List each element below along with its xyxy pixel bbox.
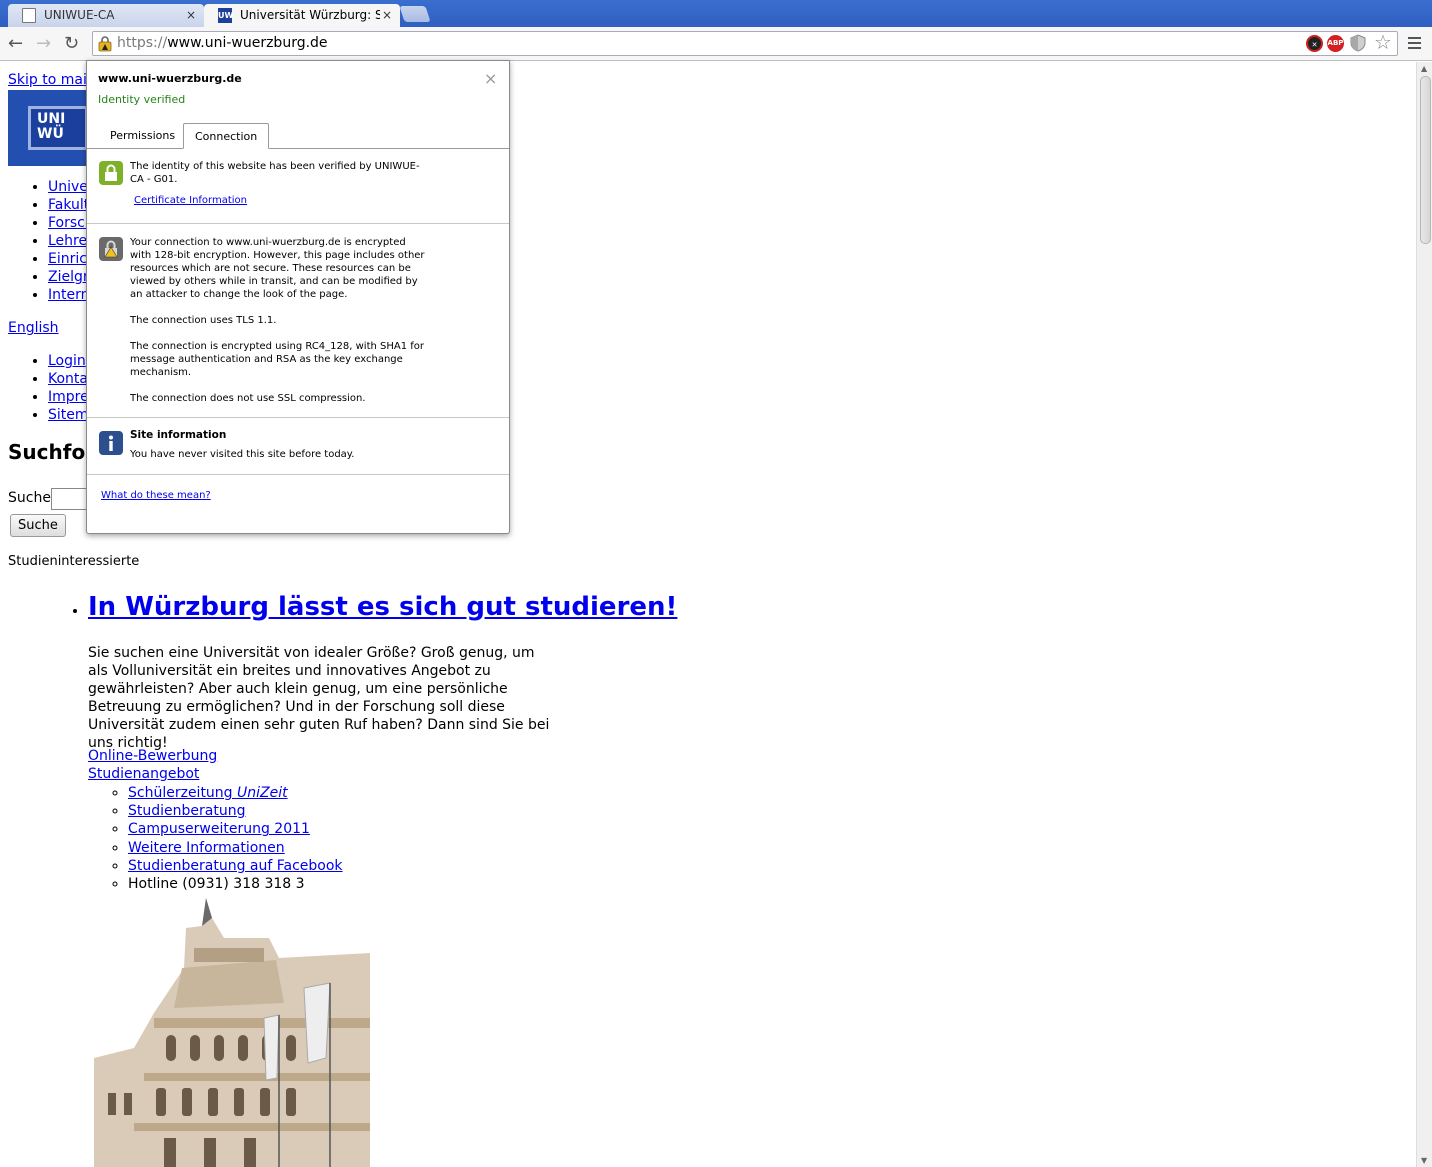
connection-details: Your connection to www.uni-wuerzburg.de … — [130, 236, 430, 418]
connection-cipher-text: The connection is encrypted using RC4_12… — [130, 341, 425, 378]
section-label: Studieninteressierte — [8, 554, 140, 569]
primary-nav: Unive Fakult Forsch Lehre Einrich Zielgr… — [8, 178, 96, 304]
online-bewerbung-link[interactable]: Online-Bewerbung — [88, 748, 217, 764]
tab-connection[interactable]: Connection — [183, 123, 270, 149]
scrollbar-thumb[interactable] — [1420, 76, 1431, 244]
teaser-item: In Würzburg lässt es sich gut studieren! — [88, 586, 677, 628]
list-item: Hotline (0931) 318 318 3 — [128, 875, 343, 893]
reload-icon[interactable]: ↻ — [64, 33, 79, 54]
menu-icon[interactable] — [1408, 37, 1421, 52]
nav-link-sitemap[interactable]: Sitem — [48, 407, 89, 423]
list-item: Schülerzeitung UniZeit — [128, 784, 343, 802]
language-link[interactable]: English — [8, 320, 59, 336]
nav-item: Konta — [48, 370, 89, 388]
section-divider — [87, 223, 509, 224]
university-building-image — [94, 898, 370, 1167]
popup-close-icon[interactable]: × — [484, 69, 497, 88]
nav-item: Login — [48, 352, 89, 370]
new-tab-button[interactable] — [399, 6, 431, 22]
nav-item: Impre — [48, 388, 89, 406]
url-scheme: https:// — [117, 35, 168, 51]
tab-title: UNIWUE-CA — [44, 8, 115, 22]
search-heading: Suchfor — [8, 440, 96, 464]
site-security-popup: www.uni-wuerzburg.de Identity verified ×… — [86, 60, 510, 534]
tab-uni-wuerzburg[interactable]: UW Universität Würzburg: Sta × — [204, 4, 400, 27]
link-text: Schülerzeitung — [128, 785, 238, 801]
vertical-scrollbar[interactable]: ▲ ▼ — [1416, 62, 1432, 1167]
studienangebot-link[interactable]: Studienangebot — [88, 766, 199, 782]
weitere-informationen-link[interactable]: Weitere Informationen — [128, 840, 285, 856]
tab-close-icon[interactable]: × — [186, 4, 196, 26]
list-item: Campuserweiterung 2011 — [128, 820, 343, 838]
info-icon — [99, 431, 123, 455]
popup-host: www.uni-wuerzburg.de — [98, 72, 242, 85]
lock-warning-icon — [99, 237, 123, 261]
search-label: Suche — [8, 490, 51, 506]
scroll-up-arrow-icon[interactable]: ▲ — [1421, 64, 1427, 73]
site-info-title: Site information — [130, 429, 227, 441]
connection-encryption-text: Your connection to www.uni-wuerzburg.de … — [130, 237, 425, 300]
connection-tls-text: The connection uses TLS 1.1. — [130, 315, 277, 326]
list-item: Weitere Informationen — [128, 839, 343, 857]
list-item: Studienberatung — [128, 802, 343, 820]
nav-link-universitaet[interactable]: Unive — [48, 179, 88, 195]
nav-link-login[interactable]: Login — [48, 353, 86, 369]
url-text: https://www.uni-wuerzburg.de — [117, 35, 328, 51]
studienberatung-link[interactable]: Studienberatung — [128, 803, 245, 819]
uw-favicon-icon: UW — [218, 8, 233, 23]
certificate-information-link[interactable]: Certificate Information — [134, 195, 247, 206]
red-blocker-icon[interactable]: ✕ — [1306, 35, 1323, 52]
forward-arrow-icon[interactable]: → — [36, 33, 51, 54]
nav-item: Sitem — [48, 406, 89, 424]
back-arrow-icon[interactable]: ← — [8, 33, 23, 54]
teaser-headline-link[interactable]: In Würzburg lässt es sich gut studieren! — [88, 592, 677, 622]
secondary-nav: Login Konta Impre Sitem — [8, 352, 89, 424]
hotline-text: Hotline (0931) 318 318 3 — [128, 875, 305, 892]
bookmark-star-icon[interactable]: ☆ — [1374, 30, 1392, 54]
link-text-emphasis: UniZeit — [237, 785, 288, 801]
section-divider — [87, 474, 509, 475]
tab-permissions[interactable]: Permissions — [99, 123, 186, 149]
skip-link[interactable]: Skip to main — [8, 72, 96, 88]
identity-verified-label: Identity verified — [98, 93, 186, 106]
site-info: Site information You have never visited … — [130, 429, 430, 461]
intro-paragraph: Sie suchen eine Universität von idealer … — [88, 645, 550, 751]
teaser-list: In Würzburg lässt es sich gut studieren! — [48, 586, 677, 628]
nav-link-fakultaeten[interactable]: Fakult — [48, 197, 89, 213]
sub-link-list: Schülerzeitung UniZeit Studienberatung C… — [88, 784, 343, 893]
lock-verified-icon — [99, 161, 123, 185]
tab-divider — [87, 148, 509, 149]
campuserweiterung-link[interactable]: Campuserweiterung 2011 — [128, 821, 310, 837]
nav-link-zielgruppen[interactable]: Zielgr — [48, 269, 89, 285]
page-icon — [22, 8, 36, 23]
connection-compression-text: The connection does not use SSL compress… — [130, 393, 366, 404]
shield-icon[interactable] — [1350, 34, 1366, 52]
lock-warning-icon[interactable] — [98, 36, 112, 52]
identity-text: The identity of this website has been ve… — [130, 161, 420, 185]
nav-link-impressum[interactable]: Impre — [48, 389, 89, 405]
tab-title: Universität Würzburg: Sta — [240, 8, 380, 22]
logo-text: UNI WÜ — [28, 106, 88, 150]
tab-close-icon[interactable]: × — [382, 4, 392, 26]
adblock-plus-icon[interactable]: ABP — [1327, 35, 1344, 52]
facebook-link[interactable]: Studienberatung auf Facebook — [128, 858, 343, 874]
nav-link-kontakt[interactable]: Konta — [48, 371, 88, 387]
nav-link-lehre[interactable]: Lehre — [48, 233, 87, 249]
list-item: Studienberatung auf Facebook — [128, 857, 343, 875]
site-info-text: You have never visited this site before … — [130, 449, 355, 460]
scroll-down-arrow-icon[interactable]: ▼ — [1421, 1156, 1427, 1165]
tab-uniwue-ca[interactable]: UNIWUE-CA × — [8, 4, 204, 27]
nav-link-intern[interactable]: Intern — [48, 287, 90, 303]
search-button[interactable]: Suche — [10, 514, 66, 537]
university-logo[interactable]: UNI WÜ — [8, 90, 98, 166]
section-divider — [87, 417, 509, 418]
toolbar: ← → ↻ https://www.uni-wuerzburg.de ✕ ABP… — [0, 27, 1432, 61]
url-host: www.uni-wuerzburg.de — [167, 35, 328, 51]
schuelerzeitung-link[interactable]: Schülerzeitung UniZeit — [128, 785, 288, 801]
help-link[interactable]: What do these mean? — [101, 490, 211, 501]
address-bar[interactable]: https://www.uni-wuerzburg.de — [92, 31, 1398, 56]
tab-strip: UNIWUE-CA × UW Universität Würzburg: Sta… — [0, 0, 1432, 27]
